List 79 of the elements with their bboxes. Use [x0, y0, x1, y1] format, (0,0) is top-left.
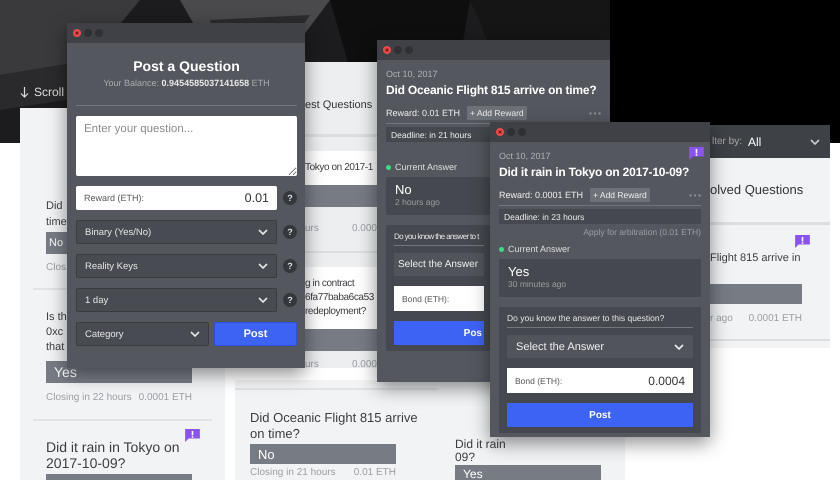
question-text: Did time	[46, 199, 67, 230]
reward-amount: 0.000	[352, 359, 377, 368]
post-button[interactable]: Post	[507, 403, 693, 427]
answer-select[interactable]: Select the Answer	[507, 335, 693, 358]
reward-text: Reward: 0.0001 ETH	[499, 189, 584, 201]
current-answer-label: Current Answer	[395, 162, 458, 172]
add-reward-button[interactable]: + Add Reward	[590, 188, 650, 202]
question-title: Did Oceanic Flight 815 arrive on time?	[386, 82, 598, 99]
answer-bar	[305, 329, 377, 351]
help-icon[interactable]: ?	[283, 225, 297, 239]
answer-prompt: Do you know the answer to t	[394, 231, 484, 246]
current-answer-label: Current Answer	[508, 244, 570, 254]
answer-value: No	[395, 182, 413, 197]
answer-bar	[305, 185, 377, 207]
more-icon[interactable]	[689, 194, 701, 196]
section-heading: olved Questions	[710, 181, 804, 198]
question-text: Tokyo on 2017-1	[305, 151, 377, 185]
closing-time: Closing in 21 hours	[250, 467, 336, 479]
question-date: Oct 10, 2017	[499, 150, 552, 162]
reward-amount: 0.0001 ETH	[138, 392, 192, 404]
chevron-down-icon	[258, 229, 268, 235]
dialog-title: Post a Question	[132, 59, 241, 73]
question-text: Did it rain in Tokyo on 2017-10-09?	[46, 439, 181, 471]
dropdown[interactable]: Reality Keys	[76, 254, 277, 278]
chevron-down-icon	[810, 138, 820, 144]
answer-prompt: Do you know the answer to this question?	[507, 313, 693, 328]
answer-bar: Yes	[455, 465, 601, 480]
question-text: g in contract 6fa77baba6ca53 redeployment?	[305, 267, 377, 329]
closing-time: Closing in 22 hours	[46, 392, 132, 404]
post-button[interactable]: Pos	[394, 321, 484, 345]
chevron-down-icon	[190, 331, 200, 337]
closing-time: Clos	[46, 262, 66, 274]
answer-bar: No	[46, 232, 67, 254]
dropdown[interactable]: 1 day	[76, 288, 277, 312]
closing-time: urs	[305, 223, 319, 235]
bond-field[interactable]: Bond (ETH): 0.0004	[507, 368, 693, 393]
more-icon[interactable]	[589, 112, 601, 114]
answer-bar: No	[250, 444, 396, 464]
add-reward-button[interactable]: + Add Reward	[467, 106, 527, 120]
question-text: Did Oceanic Flight 815 arrive on time?	[250, 410, 419, 442]
chevron-down-icon	[674, 344, 684, 350]
reward-amount: 0.0001 ETH	[748, 313, 802, 325]
deadline-bar: Deadline: in 21 hours	[386, 127, 492, 142]
close-button[interactable]	[383, 46, 391, 54]
answer-time: 2 hours ago	[395, 197, 441, 208]
chevron-down-icon	[258, 263, 268, 269]
help-icon[interactable]: ?	[283, 259, 297, 273]
reward-amount: 0.01 ETH	[354, 467, 396, 479]
answer-select[interactable]: Select the Answer	[394, 253, 484, 276]
closing-time: r ago	[710, 313, 733, 325]
question-title: Did it rain in Tokyo on 2017-10-09?	[499, 164, 690, 181]
section-heading: est Questions	[305, 98, 374, 112]
category-dropdown[interactable]: Category	[76, 322, 209, 346]
closing-time: urs	[305, 359, 319, 368]
deadline-bar: Deadline: in 23 hours	[499, 209, 701, 224]
question-text: Did it rain 09?	[455, 438, 507, 464]
answer-time: 30 minutes ago	[508, 279, 568, 290]
status-dot-icon	[386, 164, 391, 170]
arrow-down-icon	[20, 86, 29, 98]
filter-dropdown[interactable]: lter by: All	[710, 125, 830, 158]
help-icon[interactable]: ?	[283, 191, 297, 205]
close-button[interactable]	[73, 29, 81, 37]
dropdown[interactable]: Binary (Yes/No)	[76, 220, 277, 244]
question-text: Flight 815 arrive in	[710, 251, 802, 265]
balance-text: Your Balance: 0.9454585037141658 ETH	[102, 78, 271, 88]
question-input[interactable]: Enter your question...	[76, 116, 297, 176]
bond-field[interactable]: Bond (ETH):	[394, 286, 484, 311]
chevron-down-icon	[258, 297, 268, 303]
reward-text: Reward: 0.01 ETH	[386, 107, 460, 119]
help-icon[interactable]: ?	[283, 293, 297, 307]
question-date: Oct 10, 2017	[386, 68, 439, 80]
answer-value: Yes	[508, 264, 530, 279]
post-button[interactable]: Post	[214, 322, 297, 346]
question-text: Is th 0xc that	[46, 310, 67, 355]
scroll-hint[interactable]: Scroll	[34, 85, 64, 99]
reward-amount: 0.000	[352, 223, 377, 235]
status-dot-icon	[499, 246, 504, 252]
reward-field[interactable]: Reward (ETH): 0.01	[76, 186, 277, 210]
close-button[interactable]	[496, 128, 504, 136]
